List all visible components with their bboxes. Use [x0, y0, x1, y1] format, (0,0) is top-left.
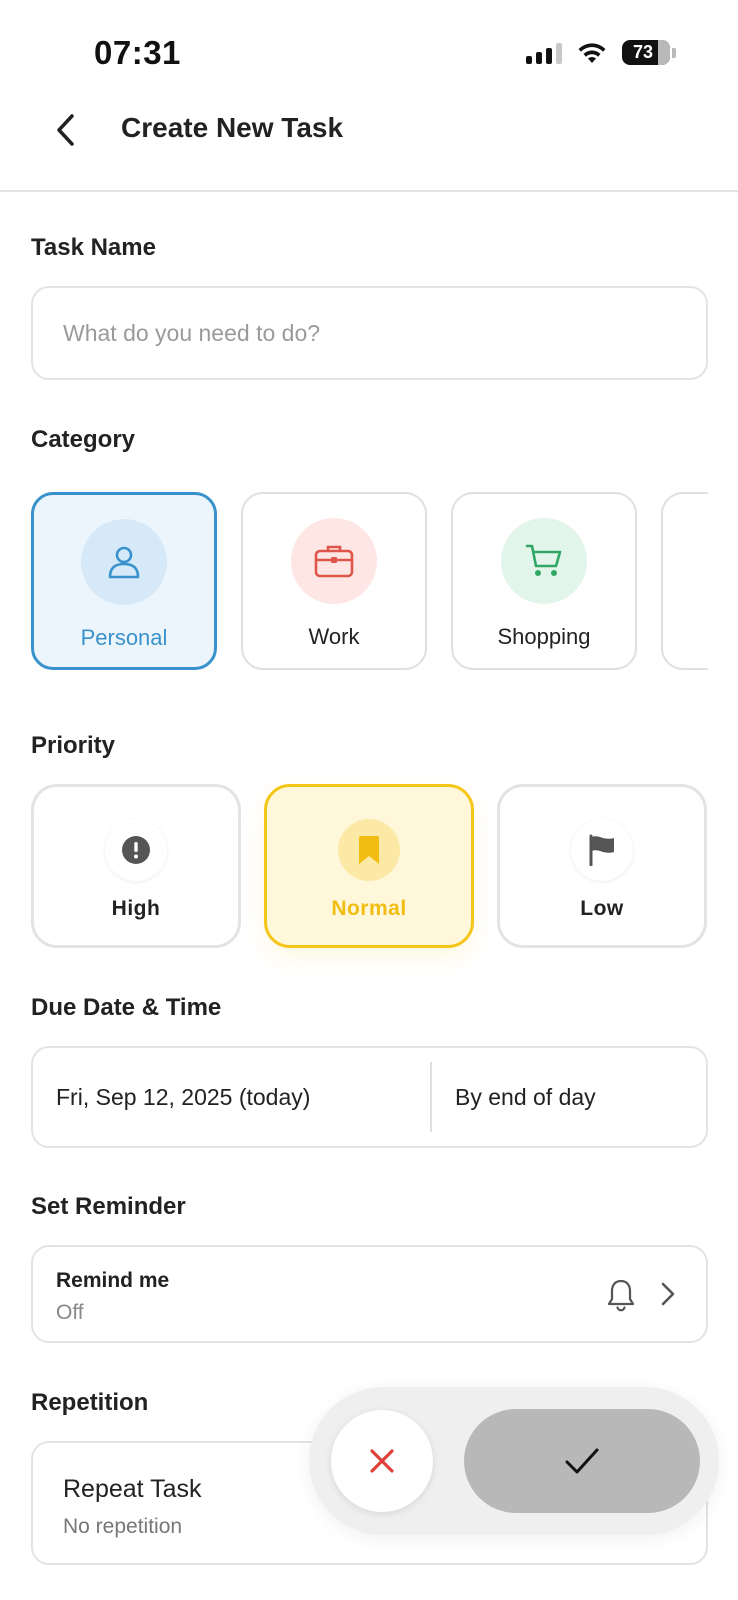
pri-icon-bg — [338, 819, 400, 881]
chevron-left-icon — [57, 114, 74, 146]
bookmark-icon — [359, 836, 379, 864]
category-label-personal: Personal — [80, 625, 168, 650]
repeat-title: Repeat Task — [63, 1475, 202, 1503]
priority-high[interactable]: High — [31, 784, 241, 948]
person-icon — [108, 546, 140, 579]
reminder-value: Off — [56, 1301, 84, 1324]
exclamation-circle-icon — [122, 836, 150, 864]
cancel-button[interactable] — [331, 1410, 433, 1512]
category-label: Category — [31, 426, 136, 453]
shopping-cart-icon — [525, 544, 562, 576]
pri-icon-bg — [571, 819, 633, 881]
task-name-label: Task Name — [31, 234, 156, 261]
status-bar: 07:31 73 — [0, 0, 738, 100]
confirm-button[interactable] — [464, 1409, 700, 1513]
category-label-work: Work — [308, 624, 360, 649]
status-icons: 73 — [526, 40, 676, 65]
priority-label-high: High — [111, 897, 161, 920]
header: Create New Task — [0, 90, 738, 192]
category-more-partial[interactable] — [661, 492, 708, 670]
due-date-time-field: Fri, Sep 12, 2025 (today) By end of day — [31, 1046, 708, 1148]
repeat-value: No repetition — [63, 1515, 183, 1538]
due-time-picker[interactable]: By end of day — [432, 1084, 596, 1111]
category-label-shopping: Shopping — [497, 624, 591, 649]
briefcase-icon — [314, 545, 354, 578]
bell-icon — [607, 1279, 635, 1312]
priority-low[interactable]: Low — [497, 784, 707, 948]
reminder-label: Set Reminder — [31, 1193, 186, 1220]
cat-icon-bg — [291, 518, 377, 604]
task-name-field[interactable] — [31, 286, 708, 380]
priority-label-normal: Normal — [331, 897, 407, 920]
chevron-right-icon — [661, 1282, 675, 1306]
pri-icon-bg — [105, 819, 167, 881]
battery-level: 73 — [632, 42, 654, 62]
cat-icon-bg — [81, 519, 167, 605]
category-list[interactable]: Personal Work Shopping — [31, 492, 708, 672]
priority-normal[interactable]: Normal — [264, 784, 474, 948]
close-icon — [370, 1449, 394, 1473]
reminder-title: Remind me — [56, 1269, 170, 1292]
cat-icon-bg — [501, 518, 587, 604]
battery-icon: 73 — [622, 40, 670, 65]
category-shopping[interactable]: Shopping — [451, 492, 637, 670]
back-button[interactable] — [44, 108, 88, 152]
due-date-picker[interactable]: Fri, Sep 12, 2025 (today) — [33, 1084, 430, 1111]
priority-label-low: Low — [580, 897, 624, 920]
action-bar — [309, 1387, 719, 1535]
category-work[interactable]: Work — [241, 492, 427, 670]
status-time: 07:31 — [94, 34, 181, 71]
battery-tip — [672, 47, 676, 58]
due-label: Due Date & Time — [31, 994, 222, 1021]
category-personal[interactable]: Personal — [31, 492, 217, 670]
repetition-label: Repetition — [31, 1389, 149, 1416]
flag-icon — [589, 834, 614, 866]
wifi-icon — [578, 42, 606, 63]
priority-label: Priority — [31, 732, 116, 759]
task-name-input[interactable] — [33, 288, 706, 378]
page-title: Create New Task — [121, 112, 344, 143]
cellular-signal-icon — [526, 42, 562, 64]
reminder-row[interactable]: Remind me Off — [31, 1245, 708, 1343]
check-icon — [565, 1448, 599, 1474]
